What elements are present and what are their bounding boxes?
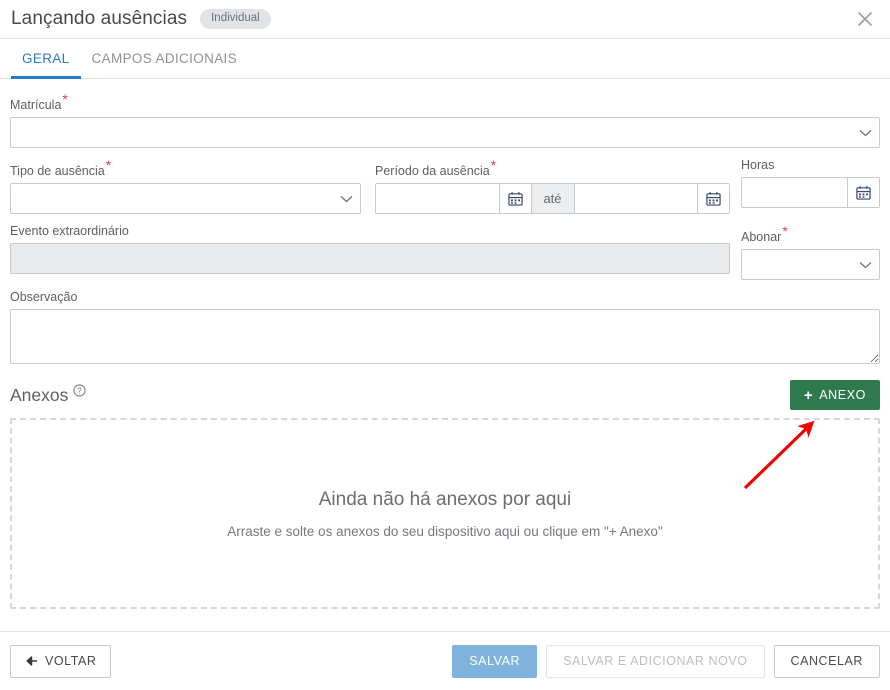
field-evento-extraordinario: Evento extraordinário	[10, 224, 730, 280]
required-asterisk: *	[782, 223, 788, 240]
back-button[interactable]: VOLTAR	[10, 644, 112, 678]
plus-icon: +	[803, 386, 814, 404]
abonar-input[interactable]	[742, 250, 851, 280]
label-horas: Horas	[741, 158, 775, 173]
back-button-label: VOLTAR	[45, 654, 97, 668]
tipo-ausencia-select[interactable]	[10, 183, 361, 215]
tipo-ausencia-input[interactable]	[11, 184, 332, 214]
field-periodo-ausencia: Período da ausência* até	[375, 157, 730, 215]
footer-actions: SALVAR SALVAR E ADICIONAR NOVO CANCELAR	[452, 644, 880, 678]
field-horas: Horas	[741, 158, 880, 214]
horas-group	[741, 177, 880, 209]
label-matricula: Matrícula*	[10, 91, 68, 113]
chevron-down-icon[interactable]	[851, 129, 879, 137]
periodo-start-input[interactable]	[376, 184, 499, 214]
tab-geral[interactable]: GERAL	[11, 39, 81, 79]
label-periodo-ausencia: Período da ausência*	[375, 157, 497, 179]
anexos-title-text: Anexos	[10, 384, 69, 405]
dropzone-empty-subtitle: Arraste e solte os anexos do seu disposi…	[227, 523, 663, 539]
absence-form: Matrícula* Tipo de ausência* Período da …	[0, 79, 890, 365]
calendar-icon-start[interactable]	[498, 184, 531, 214]
row-evento-abonar: Evento extraordinário Abonar*	[10, 223, 880, 281]
dropzone-empty-title: Ainda não há anexos por aqui	[318, 488, 572, 510]
calendar-icon	[856, 186, 871, 200]
save-button[interactable]: SALVAR	[452, 644, 538, 678]
close-icon	[857, 11, 873, 27]
label-observacao: Observação	[10, 290, 78, 305]
calendar-icon	[706, 192, 721, 206]
field-matricula: Matrícula*	[10, 91, 880, 149]
chevron-down-icon[interactable]	[851, 261, 879, 269]
periodo-start-wrap	[376, 184, 531, 214]
periodo-separator-label: até	[530, 184, 575, 214]
help-circle-icon[interactable]: ?	[73, 383, 86, 401]
anexos-title: Anexos ?	[10, 384, 86, 405]
evento-extraordinario-field	[10, 243, 730, 275]
row-tipo-periodo-horas: Tipo de ausência* Período da ausência* a…	[10, 157, 880, 215]
calendar-icon-end[interactable]	[697, 184, 729, 214]
periodo-range-group: até	[375, 183, 730, 215]
add-anexo-label: ANEXO	[819, 388, 866, 403]
dialog-header: Lançando ausências Individual	[0, 0, 890, 39]
tab-campos-adicionais[interactable]: CAMPOS ADICIONAIS	[81, 39, 248, 78]
cancel-button[interactable]: CANCELAR	[773, 644, 880, 678]
abonar-select[interactable]	[741, 249, 880, 281]
absence-entry-dialog: Lançando ausências Individual GERAL CAMP…	[0, 0, 890, 690]
calendar-icon-horas[interactable]	[847, 178, 879, 208]
periodo-end-input[interactable]	[574, 184, 697, 214]
svg-text:?: ?	[78, 386, 83, 395]
label-abonar: Abonar*	[741, 223, 788, 245]
observacao-textarea[interactable]	[10, 309, 880, 365]
field-abonar: Abonar*	[741, 223, 880, 281]
calendar-icon	[507, 192, 523, 206]
matricula-input[interactable]	[11, 118, 851, 148]
save-and-add-new-button: SALVAR E ADICIONAR NOVO	[546, 644, 765, 678]
label-tipo-ausencia: Tipo de ausência*	[10, 157, 112, 179]
tab-bar: GERAL CAMPOS ADICIONAIS	[0, 39, 890, 79]
status-badge: Individual	[200, 8, 271, 30]
required-asterisk: *	[105, 157, 112, 174]
chevron-down-icon[interactable]	[332, 195, 360, 203]
evento-extraordinario-input	[11, 244, 729, 274]
required-asterisk: *	[490, 157, 497, 174]
page-title: Lançando ausências	[11, 8, 188, 29]
field-tipo-ausencia: Tipo de ausência*	[10, 157, 361, 215]
anexos-section-header: Anexos ? + ANEXO	[0, 378, 890, 412]
dialog-footer: VOLTAR SALVAR SALVAR E ADICIONAR NOVO CA…	[0, 631, 890, 690]
close-button[interactable]	[850, 4, 880, 34]
label-evento-extraordinario: Evento extraordinário	[10, 224, 129, 239]
matricula-select[interactable]	[10, 117, 880, 149]
required-asterisk: *	[62, 91, 68, 107]
field-observacao: Observação	[10, 290, 880, 365]
anexos-dropzone[interactable]: Ainda não há anexos por aqui Arraste e s…	[10, 418, 880, 610]
add-anexo-button[interactable]: + ANEXO	[789, 380, 880, 411]
horas-input[interactable]	[742, 178, 847, 208]
arrow-left-icon	[26, 656, 37, 666]
periodo-end-wrap	[574, 184, 729, 214]
